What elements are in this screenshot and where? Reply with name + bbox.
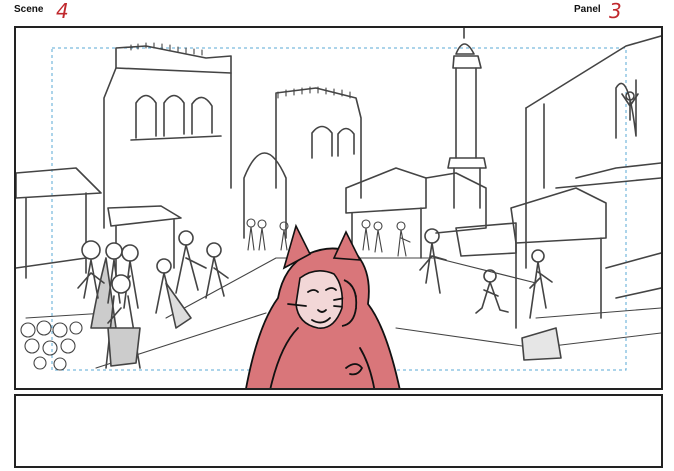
panel-label: Panel: [574, 4, 601, 15]
palace-left: [103, 42, 362, 239]
panel-notes-text[interactable]: [16, 396, 661, 408]
building-right: [525, 35, 661, 299]
scene-number[interactable]: 4: [56, 0, 69, 22]
crowd-left: [77, 230, 229, 369]
storyboard-panel[interactable]: [14, 26, 663, 390]
panel-notes-box[interactable]: [14, 394, 663, 468]
hooded-cat-character: [245, 223, 401, 388]
scene-label: Scene: [14, 4, 44, 15]
panel-sketch: [16, 28, 661, 388]
panel-number[interactable]: 3: [609, 0, 622, 22]
minaret: [447, 28, 487, 209]
